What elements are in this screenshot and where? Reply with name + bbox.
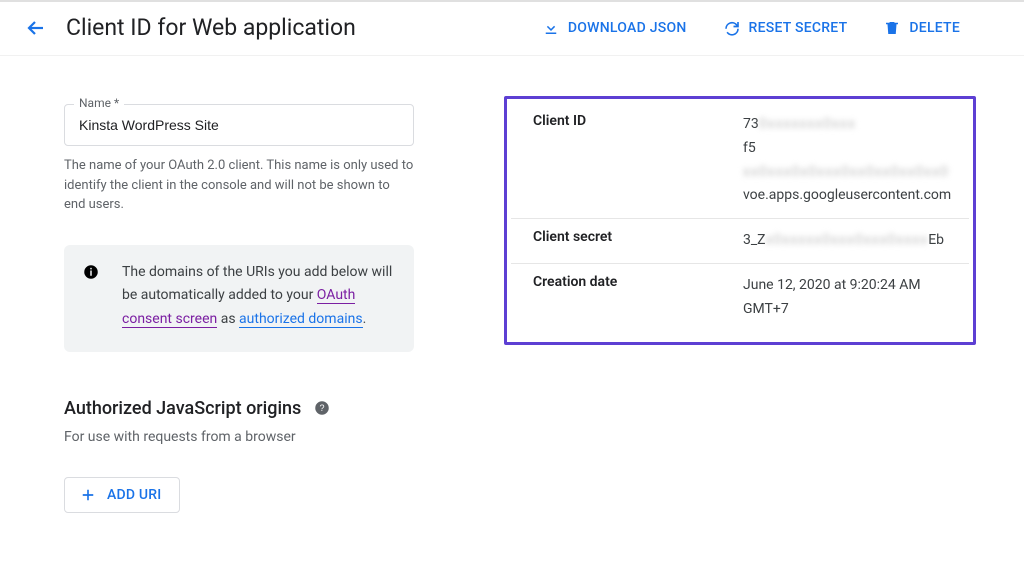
reset-secret-label: RESET SECRET [749, 20, 848, 36]
page-title: Client ID for Web application [66, 14, 356, 41]
info-box: The domains of the URIs you add below wi… [64, 245, 414, 352]
download-json-label: DOWNLOAD JSON [568, 20, 687, 36]
client-secret-value: 3_Zx0xxxxx0xxx0xxx0xxxxEb [743, 229, 944, 253]
client-id-row: Client ID 730xxxxxxx0xxx f5xx0xxx0x0xxx0… [511, 109, 969, 218]
credentials-panel: Client ID 730xxxxxxx0xxx f5xx0xxx0x0xxx0… [504, 96, 976, 345]
creation-date-row: Creation date June 12, 2020 at 9:20:24 A… [511, 263, 969, 332]
add-uri-label: ADD URI [107, 487, 161, 503]
name-input[interactable] [64, 104, 414, 146]
client-secret-label: Client secret [533, 229, 743, 245]
origins-title-row: Authorized JavaScript origins ? [64, 398, 414, 419]
refresh-icon [723, 19, 741, 37]
delete-label: DELETE [909, 20, 960, 36]
left-column: Name * The name of your OAuth 2.0 client… [64, 96, 414, 513]
right-column: Client ID 730xxxxxxx0xxx f5xx0xxx0x0xxx0… [504, 96, 1000, 345]
creation-date-label: Creation date [533, 274, 743, 290]
svg-text:?: ? [320, 403, 325, 413]
info-suffix: . [363, 311, 367, 327]
download-icon [542, 19, 560, 37]
action-bar: DOWNLOAD JSON RESET SECRET DELETE [542, 19, 1000, 37]
content: Name * The name of your OAuth 2.0 client… [0, 56, 1024, 513]
delete-button[interactable]: DELETE [883, 19, 960, 37]
help-icon[interactable]: ? [313, 399, 331, 417]
trash-icon [883, 19, 901, 37]
name-label: Name * [74, 96, 124, 110]
client-id-label: Client ID [533, 113, 743, 129]
client-id-value: 730xxxxxxx0xxx f5xx0xxx0x0xxx0xx0xx0xx0x… [743, 113, 953, 208]
authorized-domains-link[interactable]: authorized domains [239, 311, 363, 328]
add-uri-button[interactable]: ADD URI [64, 477, 180, 513]
client-secret-row: Client secret 3_Zx0xxxxx0xxx0xxx0xxxxEb [511, 218, 969, 263]
download-json-button[interactable]: DOWNLOAD JSON [542, 19, 687, 37]
origins-subtitle: For use with requests from a browser [64, 429, 414, 445]
info-mid: as [217, 311, 239, 327]
back-button[interactable] [24, 16, 48, 40]
reset-secret-button[interactable]: RESET SECRET [723, 19, 848, 37]
plus-icon [79, 486, 97, 504]
top-bar: Client ID for Web application DOWNLOAD J… [0, 0, 1024, 56]
name-helper: The name of your OAuth 2.0 client. This … [64, 156, 414, 215]
origins-title: Authorized JavaScript origins [64, 398, 301, 419]
arrow-left-icon [24, 16, 48, 40]
creation-date-value: June 12, 2020 at 9:20:24 AM GMT+7 [743, 274, 953, 322]
info-message: The domains of the URIs you add below wi… [122, 261, 396, 332]
info-icon [82, 263, 100, 281]
name-field: Name * [64, 104, 414, 146]
